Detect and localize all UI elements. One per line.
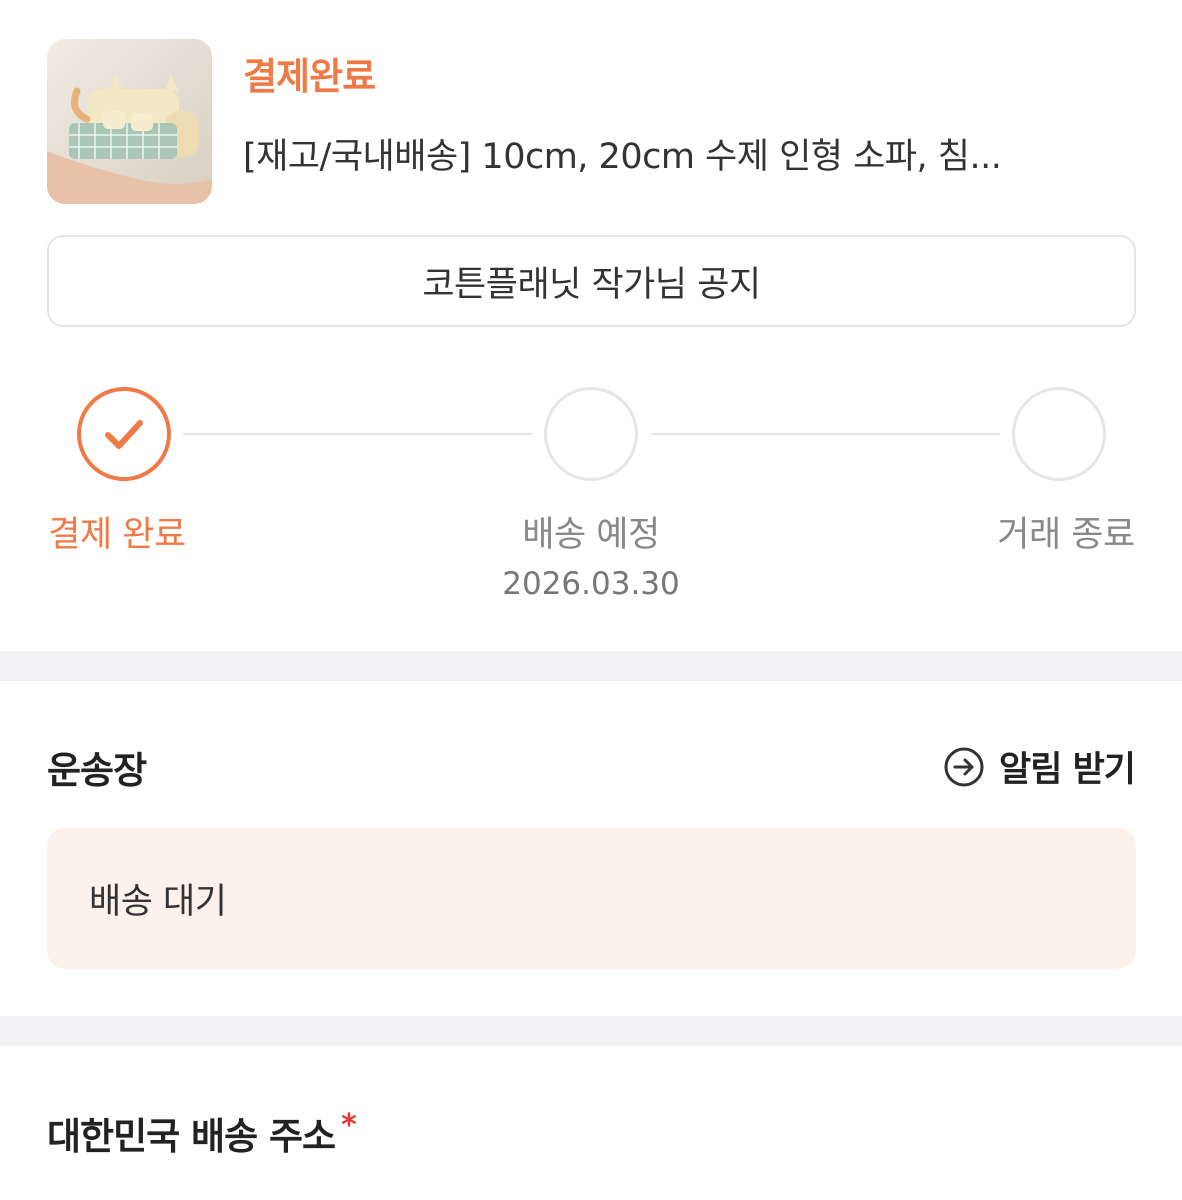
notify-button-label: 알림 받기 [999,750,1136,790]
step-circle-payment [77,387,171,481]
progress-line-1 [183,433,532,435]
tracking-status: 배송 대기 [89,882,227,922]
step-circle-complete [1012,387,1106,481]
step-label-payment: 결제 완료 [48,515,186,555]
step-circle-shipping [544,387,638,481]
step-label-shipping: 배송 예정 [522,515,660,555]
circle-arrow-right-icon [944,747,984,786]
check-icon [105,420,143,449]
address-section-title: 대한민국 배송 주소 * [47,1106,357,1160]
product-thumbnail[interactable] [47,39,212,204]
address-title: 대한민국 배송 주소 [47,1115,336,1158]
tracking-title: 운송장 [47,749,147,792]
progress-line-2 [651,433,1000,435]
product-title[interactable]: [재고/국내배송] 10cm, 20cm 수제 인형 소파, 침... [243,128,1123,179]
section-divider [0,1016,1182,1046]
tracking-status-box: 배송 대기 [47,828,1136,969]
order-status: 결제완료 [243,55,376,98]
product-image [47,39,212,204]
required-mark: * [341,1108,357,1143]
notify-button[interactable]: 알림 받기 [943,741,1136,792]
artist-notice-button[interactable]: 코튼플래닛 작가님 공지 [47,235,1136,327]
step-label-complete: 거래 종료 [997,515,1135,555]
step-date-shipping: 2026.03.30 [502,566,680,602]
section-divider [0,651,1182,681]
